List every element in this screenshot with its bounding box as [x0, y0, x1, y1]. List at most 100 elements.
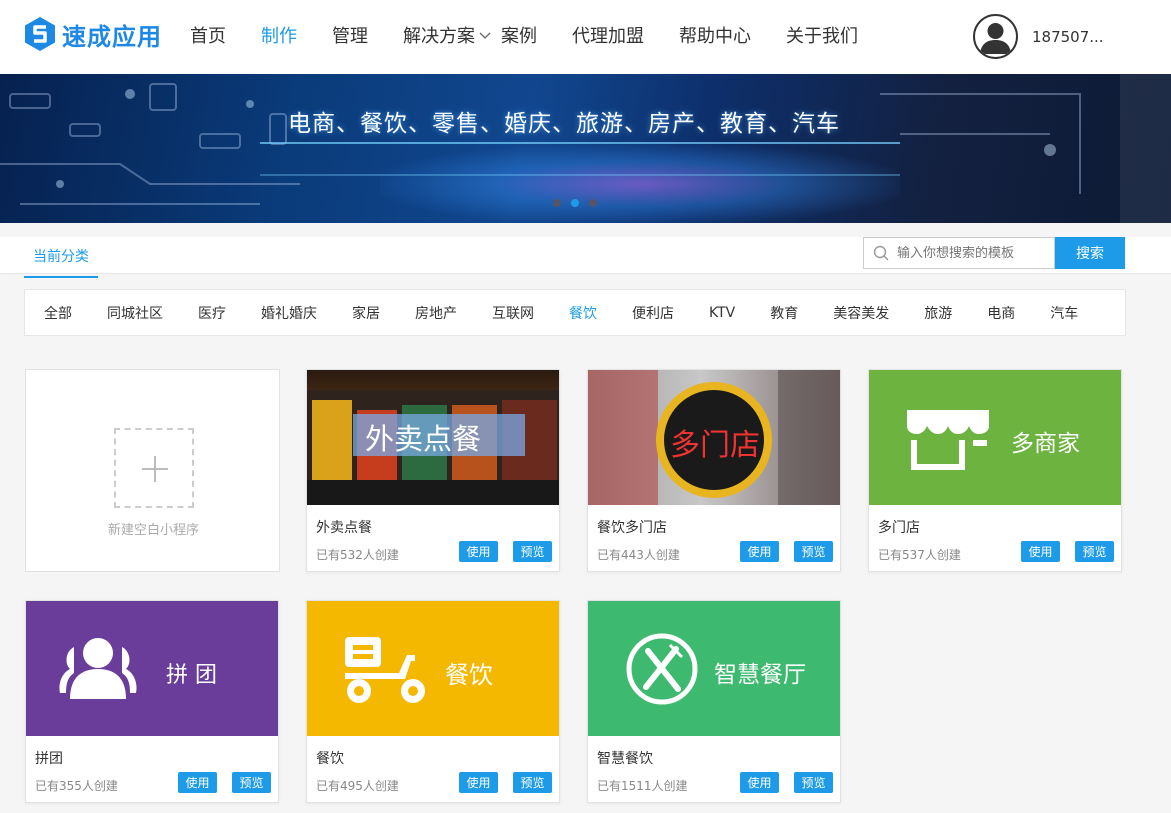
search-input[interactable] — [897, 245, 1047, 261]
template-thumbnail[interactable]: 拼 团 — [26, 601, 278, 736]
template-card[interactable]: 多门店 餐饮多门店 已有443人创建 使用 预览 — [587, 369, 841, 572]
filter-ktv[interactable]: KTV — [709, 305, 735, 321]
use-button[interactable]: 使用 — [459, 772, 498, 793]
nav-label: 管理 — [332, 26, 368, 47]
preview-button[interactable]: 预览 — [794, 541, 833, 562]
user-icon — [980, 23, 1011, 54]
template-name: 多门店 — [878, 520, 920, 536]
main-nav: 首页 制作 管理 解决方案 案例 代理加盟 帮助中心 关于我们 — [190, 22, 893, 48]
template-card[interactable]: 餐饮 餐饮 已有495人创建 使用 预览 — [306, 600, 560, 803]
use-button[interactable]: 使用 — [459, 541, 498, 562]
preview-button[interactable]: 预览 — [1075, 541, 1114, 562]
preview-button[interactable]: 预览 — [794, 772, 833, 793]
banner-line — [260, 174, 900, 176]
filter-ecommerce[interactable]: 电商 — [987, 303, 1015, 323]
template-name: 智慧餐饮 — [597, 751, 653, 767]
template-card[interactable]: 智慧餐厅 智慧餐饮 已有1511人创建 使用 预览 — [587, 600, 841, 803]
image-label: 拼 团 — [166, 663, 217, 688]
carousel-dot[interactable] — [553, 199, 561, 207]
preview-button[interactable]: 预览 — [232, 772, 271, 793]
new-card-label: 新建空白小程序 — [107, 523, 199, 538]
filter-education[interactable]: 教育 — [770, 303, 798, 323]
template-thumbnail[interactable]: 餐饮 — [307, 601, 559, 736]
filter-home[interactable]: 家居 — [352, 303, 380, 323]
use-button[interactable]: 使用 — [178, 772, 217, 793]
carousel-dots — [553, 199, 607, 207]
template-thumbnail[interactable]: 多商家 — [869, 370, 1121, 505]
template-name: 餐饮多门店 — [597, 520, 667, 536]
template-thumbnail[interactable]: 智慧餐厅 — [588, 601, 840, 736]
template-card[interactable]: 外卖点餐 外卖点餐 已有532人创建 使用 预览 — [306, 369, 560, 572]
template-name: 拼团 — [35, 751, 63, 767]
filter-auto[interactable]: 汽车 — [1050, 303, 1078, 323]
category-tab-current[interactable]: 当前分类 — [24, 246, 98, 278]
template-card[interactable]: 拼 团 拼团 已有355人创建 使用 预览 — [25, 600, 279, 803]
carousel-dot-active[interactable] — [571, 199, 579, 207]
banner-glow — [380, 144, 900, 223]
filter-wedding[interactable]: 婚礼婚庆 — [261, 303, 317, 323]
fork-knife-icon — [626, 633, 698, 705]
use-button[interactable]: 使用 — [740, 772, 779, 793]
logo-text: 速成应用 — [62, 22, 162, 51]
image-label: 智慧餐厅 — [714, 662, 806, 688]
preview-button[interactable]: 预览 — [513, 772, 552, 793]
filter-beauty[interactable]: 美容美发 — [833, 303, 889, 323]
hero-banner[interactable]: 电商、餐饮、零售、婚庆、旅游、房产、教育、汽车 — [0, 74, 1171, 223]
delivery-scooter-icon — [345, 637, 425, 703]
filter-convenience[interactable]: 便利店 — [632, 303, 674, 323]
template-name: 餐饮 — [316, 751, 344, 767]
user-name: 187507... — [1032, 27, 1104, 46]
nav-label: 代理加盟 — [572, 26, 644, 47]
image-label: 外卖点餐 — [365, 422, 482, 456]
filter-internet[interactable]: 互联网 — [492, 303, 534, 323]
template-count: 已有355人创建 — [35, 779, 118, 793]
banner-text: 电商、餐饮、零售、婚庆、旅游、房产、教育、汽车 — [288, 111, 840, 137]
nav-manage[interactable]: 管理 — [332, 22, 368, 48]
nav-label: 制作 — [261, 26, 297, 47]
logo[interactable]: 速成应用 — [24, 16, 162, 52]
image-label: 多商家 — [1011, 431, 1080, 457]
filter-community[interactable]: 同城社区 — [107, 303, 163, 323]
nav-label: 案例 — [501, 26, 537, 47]
top-header: 速成应用 首页 制作 管理 解决方案 案例 代理加盟 帮助中心 关于我们 187… — [0, 0, 1171, 74]
template-count: 已有532人创建 — [316, 548, 399, 562]
nav-agent[interactable]: 代理加盟 — [572, 22, 644, 48]
filter-realestate[interactable]: 房地产 — [415, 303, 457, 323]
search-button[interactable]: 搜索 — [1055, 237, 1125, 269]
template-count: 已有1511人创建 — [597, 779, 688, 793]
nav-solutions[interactable]: 解决方案 — [403, 22, 491, 48]
filter-food[interactable]: 餐饮 — [569, 303, 597, 323]
new-blank-app-card[interactable]: 新建空白小程序 — [25, 369, 280, 572]
use-button[interactable]: 使用 — [740, 541, 779, 562]
nav-label: 解决方案 — [403, 26, 475, 47]
nav-label: 首页 — [190, 26, 226, 47]
category-bar: 当前分类 搜索 — [0, 237, 1171, 278]
user-menu[interactable]: 187507... — [973, 14, 1104, 59]
template-thumbnail[interactable]: 外卖点餐 — [307, 370, 559, 505]
carousel-dot[interactable] — [589, 199, 597, 207]
category-filters: 全部 同城社区 医疗 婚礼婚庆 家居 房地产 互联网 餐饮 便利店 KTV 教育… — [24, 289, 1126, 336]
nav-home[interactable]: 首页 — [190, 22, 226, 48]
nav-label: 关于我们 — [786, 26, 858, 47]
filter-travel[interactable]: 旅游 — [924, 303, 952, 323]
filter-all[interactable]: 全部 — [44, 303, 72, 323]
image-label: 多门店 — [670, 428, 760, 463]
filter-medical[interactable]: 医疗 — [198, 303, 226, 323]
use-button[interactable]: 使用 — [1021, 541, 1060, 562]
template-name: 外卖点餐 — [316, 520, 372, 536]
search-icon — [873, 245, 889, 261]
nav-label: 帮助中心 — [679, 26, 751, 47]
template-card[interactable]: 多商家 多门店 已有537人创建 使用 预览 — [868, 369, 1122, 572]
storefront-icon — [907, 410, 989, 470]
group-users-icon — [59, 638, 137, 699]
nav-cases[interactable]: 案例 — [501, 22, 537, 48]
preview-button[interactable]: 预览 — [513, 541, 552, 562]
template-thumbnail[interactable]: 多门店 — [588, 370, 840, 505]
nav-make[interactable]: 制作 — [261, 22, 297, 48]
nav-about[interactable]: 关于我们 — [786, 22, 858, 48]
search-box[interactable] — [863, 237, 1055, 269]
logo-icon — [25, 17, 55, 51]
image-label: 餐饮 — [445, 661, 493, 689]
avatar[interactable] — [973, 14, 1018, 59]
nav-help[interactable]: 帮助中心 — [679, 22, 751, 48]
